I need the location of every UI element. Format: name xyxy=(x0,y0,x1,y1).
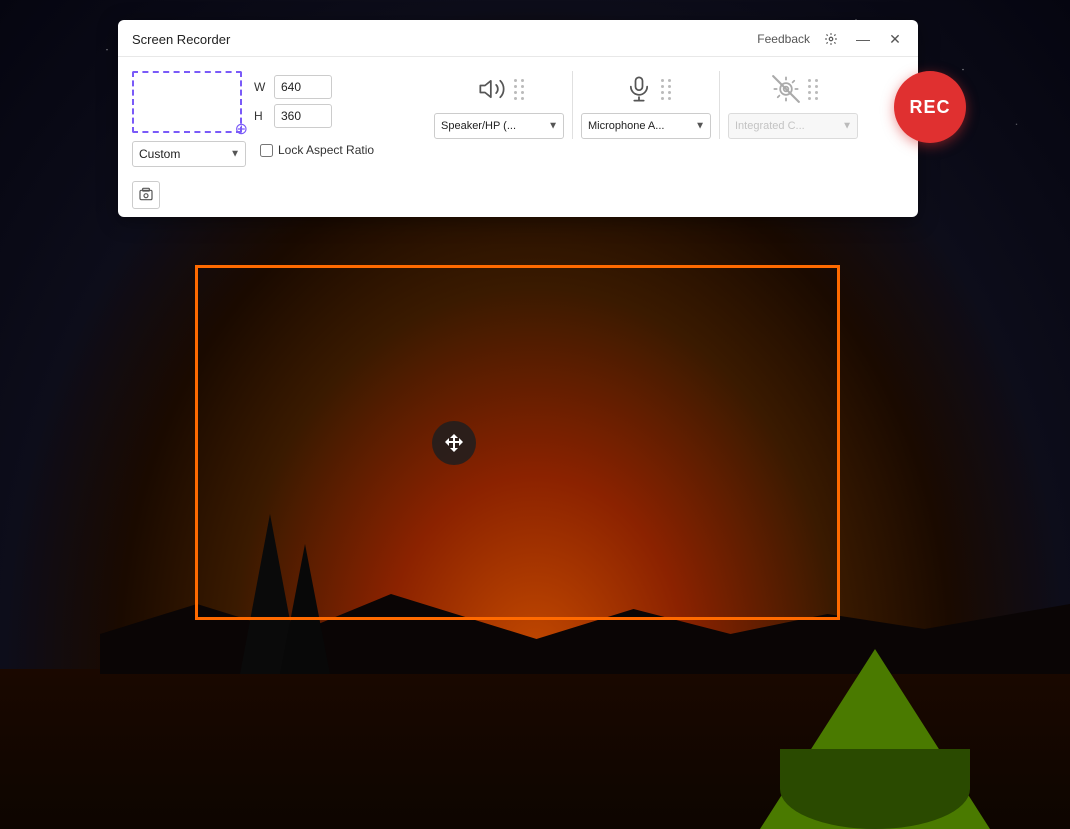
speaker-select-wrap: Speaker/HP (... ▼ xyxy=(434,113,564,139)
speaker-icon xyxy=(474,71,510,107)
integrated-select-wrap: Integrated C... ▼ xyxy=(728,113,858,139)
corner-handle-br[interactable] xyxy=(824,604,840,620)
region-bottom: Custom Full Screen 1920x1080 1280x720 64… xyxy=(132,141,392,167)
height-label: H xyxy=(254,109,268,123)
region-move-icon: ⊕ xyxy=(235,119,248,139)
lock-aspect-checkbox[interactable] xyxy=(260,144,273,157)
settings-button[interactable] xyxy=(820,28,842,50)
rec-section: REC xyxy=(880,71,976,143)
tent xyxy=(760,629,990,829)
microphone-select-wrap: Microphone A... ▼ xyxy=(581,113,711,139)
speaker-select[interactable]: Speaker/HP (... xyxy=(434,113,564,139)
panel-footer xyxy=(118,177,918,217)
screenshot-button[interactable] xyxy=(132,181,160,209)
microphone-drag-dots xyxy=(661,75,672,104)
integrated-icon xyxy=(768,71,804,107)
recording-frame[interactable] xyxy=(195,265,840,620)
wh-section: W H xyxy=(254,71,332,128)
integrated-select[interactable]: Integrated C... xyxy=(728,113,858,139)
microphone-icon-row xyxy=(621,71,672,107)
divider-3 xyxy=(719,71,720,139)
close-button[interactable]: ✕ xyxy=(884,28,906,50)
corner-handle-tr[interactable] xyxy=(824,265,840,281)
width-row: W xyxy=(254,75,332,99)
integrated-icon-row xyxy=(768,71,819,107)
screen-recorder-panel: Screen Recorder Feedback — ✕ ⊕ xyxy=(118,20,918,217)
move-cursor-icon[interactable] xyxy=(432,421,476,465)
height-input[interactable] xyxy=(274,104,332,128)
panel-body: ⊕ W H Custom xyxy=(118,57,918,177)
preset-select-wrap: Custom Full Screen 1920x1080 1280x720 64… xyxy=(132,141,246,167)
region-preview[interactable]: ⊕ xyxy=(132,71,242,133)
speaker-col: Speaker/HP (... ▼ xyxy=(428,71,570,139)
speaker-drag-dots xyxy=(514,75,525,104)
integrated-col: Integrated C... ▼ xyxy=(722,71,864,139)
feedback-link[interactable]: Feedback xyxy=(757,32,810,46)
height-row: H xyxy=(254,104,332,128)
title-bar: Screen Recorder Feedback — ✕ xyxy=(118,20,918,57)
microphone-col: Microphone A... ▼ xyxy=(575,71,717,139)
rec-button[interactable]: REC xyxy=(894,71,966,143)
region-top: ⊕ W H xyxy=(132,71,392,133)
speaker-icon-row xyxy=(474,71,525,107)
region-section: ⊕ W H Custom xyxy=(132,71,392,167)
lock-aspect-section: Lock Aspect Ratio xyxy=(260,141,374,159)
corner-handle-bl[interactable] xyxy=(195,604,211,620)
width-label: W xyxy=(254,80,268,94)
integrated-drag-dots xyxy=(808,75,819,104)
minimize-button[interactable]: — xyxy=(852,28,874,50)
microphone-select[interactable]: Microphone A... xyxy=(581,113,711,139)
divider-2 xyxy=(572,71,573,139)
rec-label: REC xyxy=(909,97,950,118)
title-bar-controls: Feedback — ✕ xyxy=(757,28,906,50)
lock-aspect-label[interactable]: Lock Aspect Ratio xyxy=(278,143,374,159)
width-input[interactable] xyxy=(274,75,332,99)
audio-sections: Speaker/HP (... ▼ xyxy=(428,71,864,139)
app-title: Screen Recorder xyxy=(132,32,230,47)
microphone-icon xyxy=(621,71,657,107)
preset-select[interactable]: Custom Full Screen 1920x1080 1280x720 64… xyxy=(132,141,246,167)
corner-handle-tl[interactable] xyxy=(195,265,211,281)
